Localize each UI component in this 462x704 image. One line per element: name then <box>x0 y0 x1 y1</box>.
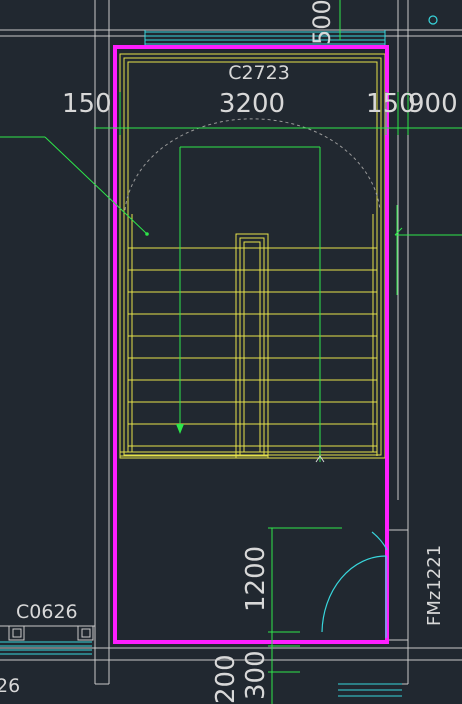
clipped-label-left: 26 <box>0 675 20 697</box>
handrail-right <box>372 210 378 456</box>
window-label-left: C0626 <box>16 601 78 623</box>
window-mullion-icon <box>77 625 94 641</box>
window-mullion-icon <box>12 628 22 638</box>
window-label-top: C2723 <box>228 62 290 84</box>
dim-top-clipped: 500 <box>308 0 336 45</box>
arrow-down-icon <box>176 424 184 434</box>
dim-top-left: 150 <box>62 89 112 119</box>
swing-arc <box>124 118 381 211</box>
grid-marker-icon <box>428 15 438 25</box>
window-mullion-icon <box>8 625 25 641</box>
stair-treads <box>128 247 377 447</box>
dim-vertical-1200: 1200 <box>241 546 271 612</box>
handrail-left <box>127 210 133 452</box>
window-top <box>144 30 386 46</box>
stair-plan-canvas: C2723 150 3200 150 900 500 1200 300 200 … <box>0 0 462 704</box>
dim-top-right-b: 900 <box>408 89 458 119</box>
annotation-dot-icon <box>145 232 149 236</box>
window-mullion-icon <box>81 628 91 638</box>
dim-top-main: 3200 <box>219 89 285 119</box>
dim-vertical-300: 300 <box>241 650 271 700</box>
door-swing <box>321 531 388 638</box>
bottom-detail <box>338 683 402 697</box>
door-label-right: FMz1221 <box>424 545 445 626</box>
dim-vertical-200: 200 <box>211 654 241 704</box>
